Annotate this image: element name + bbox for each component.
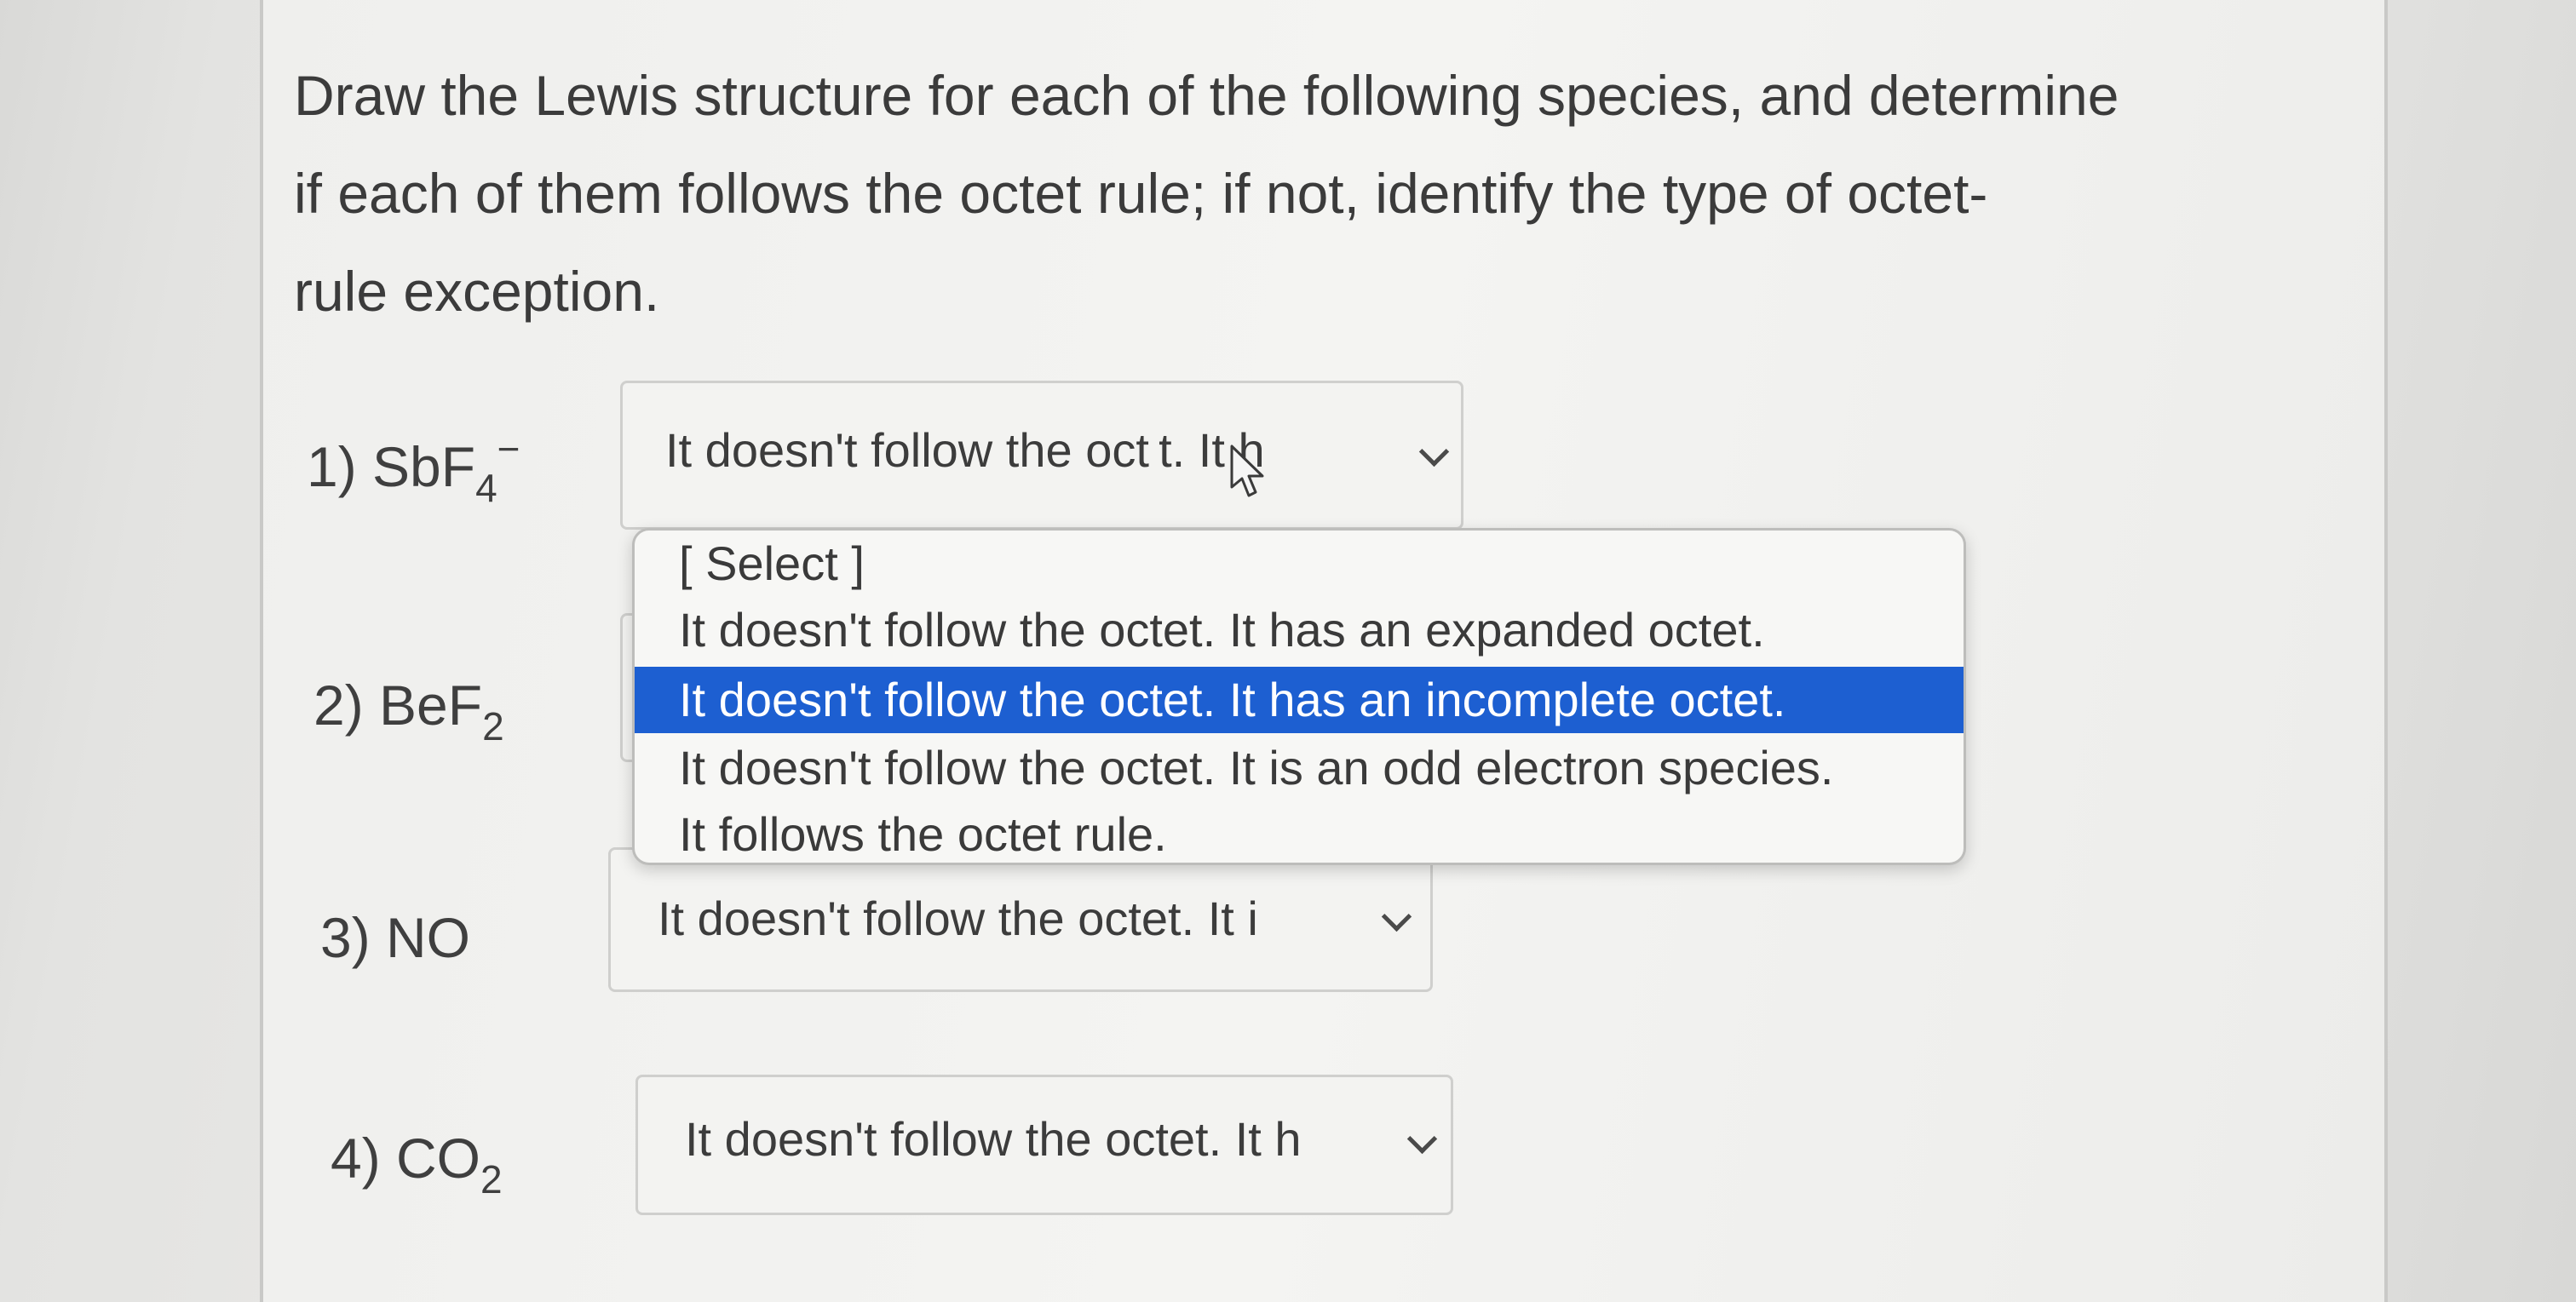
question-line-1: Draw the Lewis structure for each of the… [294,64,2119,127]
mouse-pointer-icon [1230,445,1264,497]
option-expanded-octet[interactable]: It doesn't follow the octet. It has an e… [635,597,1964,663]
item-1-subscript: 4 [475,466,497,510]
item-4-subscript: 2 [480,1157,503,1202]
option-incomplete-octet[interactable]: It doesn't follow the octet. It has an i… [635,667,1964,733]
item-3-select-value: It doesn't follow the octet. It i [658,892,1258,945]
option-odd-electron[interactable]: It doesn't follow the octet. It is an od… [635,735,1964,801]
question-line-2: if each of them follows the octet rule; … [294,162,1988,225]
item-4-label: 4) CO2 [331,1126,503,1202]
dropdown-options-list: [ Select ] It doesn't follow the octet. … [632,528,1966,865]
item-2-label: 2) BeF2 [313,673,504,749]
item-3-formula: 3) NO [320,906,471,969]
item-2-subscript: 2 [482,704,504,749]
chevron-down-icon [1418,436,1450,467]
item-1-superscript: − [497,427,520,471]
item-2-formula: 2) BeF [313,674,483,737]
item-4-select-value: It doesn't follow the octet. It h [685,1112,1302,1166]
option-follows-octet[interactable]: It follows the octet rule. [635,801,1964,863]
item-4-select[interactable]: It doesn't follow the octet. It h [635,1075,1453,1215]
item-1-label: 1) SbF4− [307,427,520,510]
item-3-label: 3) NO [320,905,470,970]
chevron-down-icon [1406,1123,1438,1155]
chevron-down-icon [1381,901,1412,932]
question-line-3: rule exception. [294,260,660,323]
question-text: Draw the Lewis structure for each of the… [294,47,2338,341]
item-4-formula: 4) CO [331,1127,481,1190]
option-select-placeholder[interactable]: [ Select ] [635,531,1964,597]
item-3-select[interactable]: It doesn't follow the octet. It i [608,847,1433,992]
item-1-formula: 1) SbF [307,435,476,498]
item-1-select[interactable]: It doesn't follow the oct t. It h [620,381,1463,530]
